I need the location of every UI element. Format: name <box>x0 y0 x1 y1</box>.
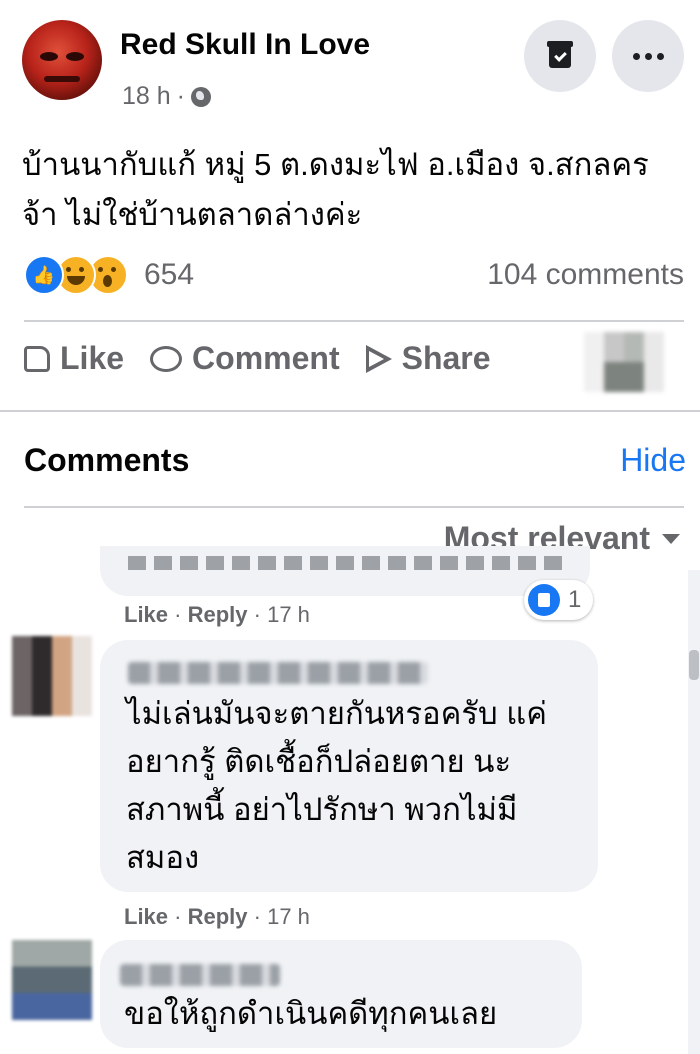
comments-count-link[interactable]: 104 comments <box>487 258 684 292</box>
viewer-avatar[interactable] <box>584 332 664 392</box>
comment-text: ขอให้ถูกดำเนินคดีทุกคนเลย <box>124 996 498 1031</box>
share-button[interactable]: Share <box>365 340 491 377</box>
save-icon <box>547 41 573 68</box>
section-divider <box>0 410 700 412</box>
commenter-avatar[interactable] <box>12 636 92 716</box>
commenter-name-blurred[interactable] <box>128 662 428 684</box>
comment-reply-link[interactable]: Reply <box>188 904 248 929</box>
post-time[interactable]: 18 h <box>122 82 171 111</box>
avatar-mouth <box>44 76 80 82</box>
save-button[interactable] <box>524 20 596 92</box>
thumbs-up-icon <box>24 345 50 372</box>
comment-actions: Like · Reply · 17 h <box>124 602 310 627</box>
reactions-summary[interactable]: 👍 654 <box>24 255 194 295</box>
comments-title: Comments <box>24 442 190 478</box>
comment-button[interactable]: Comment <box>150 340 340 377</box>
like-reaction-icon: 👍 <box>24 255 64 295</box>
scrollbar-track[interactable] <box>688 570 700 1054</box>
like-button[interactable]: Like <box>24 340 124 377</box>
comment-bubble-partial <box>100 546 590 596</box>
scrollbar-thumb[interactable] <box>689 650 699 680</box>
comment-actions: Like · Reply · 17 h <box>124 904 310 929</box>
more-icon <box>632 52 664 60</box>
comment-label: Comment <box>192 340 340 376</box>
avatar-eye <box>66 52 84 61</box>
more-options-button[interactable] <box>612 20 684 92</box>
comment-icon <box>150 345 183 372</box>
share-icon <box>365 344 392 373</box>
comment-bubble: ไม่เล่นมันจะตายกันหรอครับ แค่อยากรู้ ติด… <box>100 640 598 892</box>
comment-time[interactable]: 17 h <box>267 904 310 929</box>
reaction-count: 654 <box>144 258 195 291</box>
divider <box>24 506 684 508</box>
divider <box>24 320 684 322</box>
like-label: Like <box>60 340 125 376</box>
action-bar: Like Comment Share <box>24 340 517 377</box>
author-name[interactable]: Red Skull In Love <box>120 28 370 62</box>
comment-like-link[interactable]: Like <box>124 602 168 627</box>
like-reaction-icon <box>528 584 560 616</box>
comment-text: ไม่เล่นมันจะตายกันหรอครับ แค่อยากรู้ ติด… <box>126 696 548 875</box>
comment-reply-link[interactable]: Reply <box>188 602 248 627</box>
comment-bubble: ขอให้ถูกดำเนินคดีทุกคนเลย <box>100 940 582 1048</box>
commenter-name-blurred[interactable] <box>120 964 280 986</box>
chevron-down-icon <box>662 533 680 544</box>
comment-like-link[interactable]: Like <box>124 904 168 929</box>
post-text: บ้านนากับแก้ หมู่ 5 ต.ดงมะไฟ อ.เมือง จ.ส… <box>22 147 649 232</box>
commenter-avatar[interactable] <box>12 940 92 1020</box>
hide-comments-link[interactable]: Hide <box>620 442 686 479</box>
globe-icon <box>191 86 211 107</box>
comment-reaction-chip[interactable]: 1 <box>524 580 594 620</box>
avatar-eye <box>40 52 58 61</box>
meta-separator: · <box>176 82 185 110</box>
author-avatar[interactable] <box>22 20 102 100</box>
share-label: Share <box>401 340 491 376</box>
comment-reaction-count: 1 <box>568 586 582 613</box>
post-meta: 18 h · <box>122 82 211 111</box>
comment-time[interactable]: 17 h <box>267 602 310 627</box>
